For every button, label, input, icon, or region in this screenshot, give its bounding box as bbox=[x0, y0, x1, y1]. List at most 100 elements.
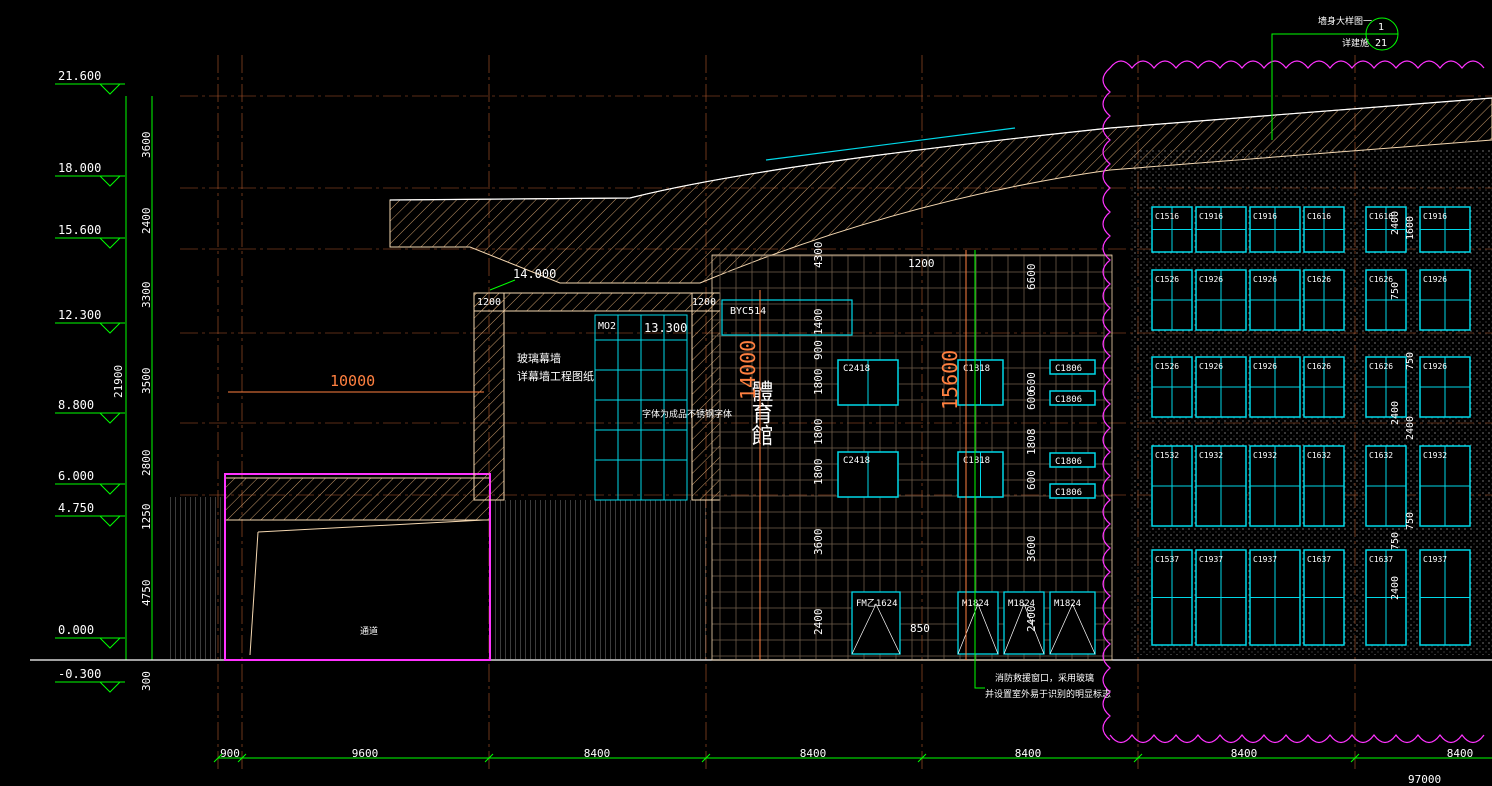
middle-dim: 2400 bbox=[812, 609, 825, 636]
grid-dim-b: 2400 bbox=[1390, 576, 1401, 600]
glass-label-2: 详幕墙工程图纸 bbox=[517, 369, 594, 383]
grid-window-tag: C1932 bbox=[1423, 451, 1447, 460]
elevation-label: 8.800 bbox=[58, 398, 94, 412]
grid-window-tag: C1526 bbox=[1155, 362, 1179, 371]
total-height-dim: 21900 bbox=[112, 365, 125, 398]
right-dim: 600 bbox=[1025, 372, 1038, 392]
detail-ref-label-1: 墙身大样图一 bbox=[1318, 15, 1372, 27]
window-tag: C1818 bbox=[963, 456, 990, 466]
right-dim: 600 bbox=[1025, 470, 1038, 490]
grid-window-tag: C1516 bbox=[1155, 212, 1179, 221]
right-dim: 600 bbox=[1025, 390, 1038, 410]
door-tag: FM乙1624 bbox=[856, 598, 898, 609]
grid-window-tag: C1637 bbox=[1307, 555, 1331, 564]
pillar-left bbox=[473, 292, 505, 501]
signage-note: 字体为成品不锈钢字体 bbox=[642, 408, 732, 420]
vertical-dim: 3600 bbox=[140, 132, 153, 159]
byc-label: BYC514 bbox=[730, 306, 766, 317]
grid-window-tag: C1926 bbox=[1199, 275, 1223, 284]
vertical-dimensions: 3600 2400 3300 3500 2800 1250 4750 300 21900 bbox=[112, 96, 153, 691]
entrance-slant-2 bbox=[257, 519, 485, 533]
grid-window-tag: C1916 bbox=[1199, 212, 1223, 221]
elevation-label: -0.300 bbox=[58, 667, 101, 681]
window-tag: C2418 bbox=[843, 364, 870, 374]
grid-window-tag: C1937 bbox=[1199, 555, 1223, 564]
vertical-dim: 300 bbox=[140, 671, 153, 691]
elevation-label: 6.000 bbox=[58, 469, 94, 483]
doors: FM乙1624 M1824 M1824 M1824 bbox=[851, 591, 1096, 655]
right-dim: 1808 bbox=[1025, 429, 1038, 456]
bottom-dimensions: 900 9600 8400 8400 8400 8400 8400 bbox=[213, 747, 1474, 763]
grid-window-tag: C1916 bbox=[1253, 212, 1277, 221]
middle-dim: 3600 bbox=[812, 529, 825, 556]
elevation-triangle bbox=[99, 83, 121, 95]
grid-window-tag: C1637 bbox=[1369, 555, 1393, 564]
vertical-dim: 3500 bbox=[140, 368, 153, 395]
beam-top bbox=[473, 292, 721, 312]
elevation-triangle bbox=[99, 637, 121, 649]
grid-window-tag: C1932 bbox=[1199, 451, 1223, 460]
bottom-dim: 900 bbox=[220, 747, 240, 760]
left-fence bbox=[170, 497, 222, 660]
window-tag: C2418 bbox=[843, 456, 870, 466]
door-tag: M1824 bbox=[1054, 599, 1081, 609]
grid-window-tag: C1926 bbox=[1253, 275, 1277, 284]
grid-window-tag: C1537 bbox=[1155, 555, 1179, 564]
right-dim: 3600 bbox=[1025, 536, 1038, 563]
elevation-label: 12.300 bbox=[58, 308, 101, 322]
fire-note-1: 消防救援窗口，采用玻璃 bbox=[995, 672, 1094, 684]
grid-window-tag: C1916 bbox=[1423, 212, 1447, 221]
window-tag: C1806 bbox=[1055, 457, 1082, 467]
vertical-dim: 2800 bbox=[140, 450, 153, 477]
glass-label-1: 玻璃幕墙 bbox=[517, 351, 561, 365]
elevation-triangle bbox=[99, 515, 121, 527]
detail-ref-sheet: 21 bbox=[1375, 38, 1387, 49]
grid-dim-b: 2400 bbox=[1390, 211, 1401, 235]
window-tag: C1806 bbox=[1055, 488, 1082, 498]
bottom-dim: 8400 bbox=[800, 747, 827, 760]
elevation-triangle bbox=[99, 237, 121, 249]
vertical-dim: 1250 bbox=[140, 504, 153, 531]
grid-dim-b: 2400 bbox=[1390, 401, 1401, 425]
grid-dim-b: 750 bbox=[1390, 532, 1401, 550]
detail-ref-label-2: 详建施 bbox=[1342, 37, 1369, 49]
bottom-dim: 8400 bbox=[1447, 747, 1474, 760]
beam-b: 1200 bbox=[692, 297, 716, 308]
vertical-dim: 3300 bbox=[140, 282, 153, 309]
bottom-dim: 8400 bbox=[584, 747, 611, 760]
grid-window-tag: C1937 bbox=[1253, 555, 1277, 564]
vertical-dim: 4750 bbox=[140, 580, 153, 607]
vertical-dim: 2400 bbox=[140, 208, 153, 235]
grid-window-tag: C1926 bbox=[1253, 362, 1277, 371]
grid-dim-a: 750 bbox=[1405, 512, 1416, 530]
window-tag: C1818 bbox=[963, 364, 990, 374]
elevation-triangle bbox=[99, 681, 121, 693]
right-dim: 2400 bbox=[1025, 606, 1038, 633]
height-14000: 14000 bbox=[736, 340, 760, 400]
entrance-slant bbox=[249, 531, 259, 656]
elevation-label: 4.750 bbox=[58, 501, 94, 515]
height-15600: 15600 bbox=[938, 350, 962, 410]
grid-window-tag: C1926 bbox=[1199, 362, 1223, 371]
grid-window-tag: C1632 bbox=[1307, 451, 1331, 460]
grid-window-tag: C1532 bbox=[1155, 451, 1179, 460]
grid-window-tag: C1632 bbox=[1369, 451, 1393, 460]
roof-level-leader bbox=[489, 279, 516, 291]
window-tag: C1806 bbox=[1055, 364, 1082, 374]
entrance-canopy bbox=[224, 477, 491, 521]
right-dim: 6600 bbox=[1025, 264, 1038, 291]
grid-window-tag: C1626 bbox=[1369, 362, 1393, 371]
grid-window-tag: C1616 bbox=[1307, 212, 1331, 221]
bottom-dim: 9600 bbox=[352, 747, 379, 760]
grid-dim-a: 2400 bbox=[1405, 416, 1416, 440]
elevation-triangle bbox=[99, 175, 121, 187]
beam-a: 1200 bbox=[477, 297, 501, 308]
glass-curtain-wall bbox=[594, 314, 688, 501]
middle-dim: 1800 bbox=[812, 419, 825, 446]
grid-window-tag: C1526 bbox=[1155, 275, 1179, 284]
detail-ref-no: 1 bbox=[1378, 22, 1384, 33]
cad-elevation-drawing: 21.600 18.000 15.600 12.300 8.800 6.000 4.750 0… bbox=[30, 15, 1492, 786]
bottom-dim: 8400 bbox=[1231, 747, 1258, 760]
window-tag: C1806 bbox=[1055, 395, 1082, 405]
grid-dim-a: 1600 bbox=[1405, 216, 1416, 240]
